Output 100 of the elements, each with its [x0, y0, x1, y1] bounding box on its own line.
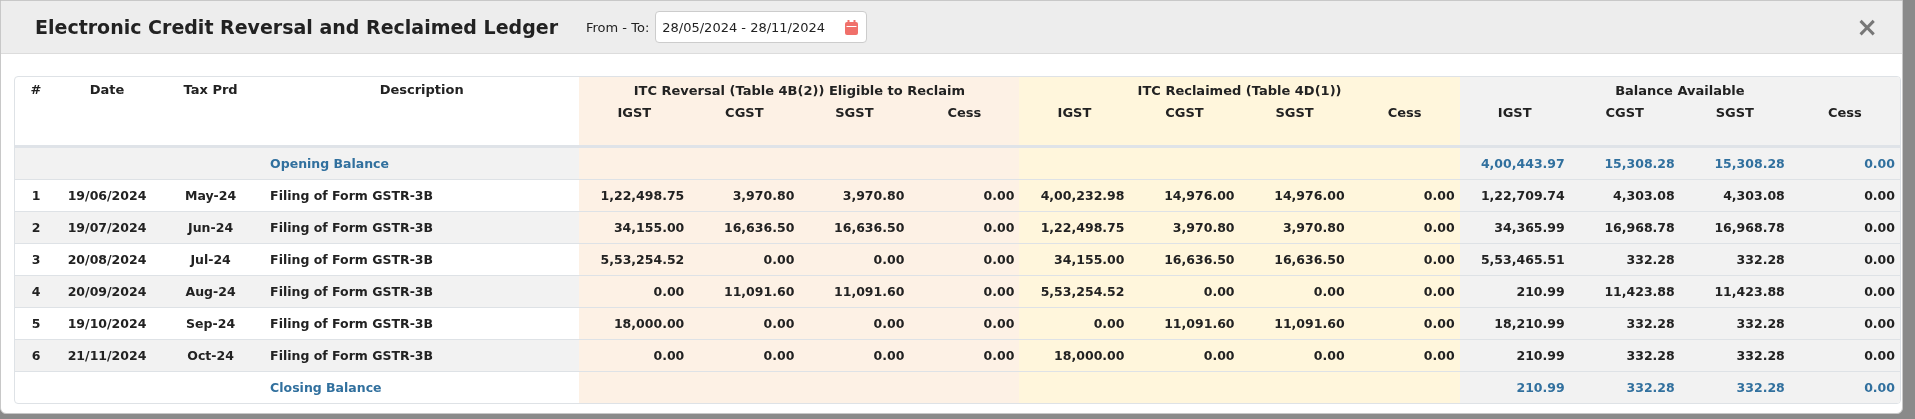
table-cell: 0.00 — [799, 307, 910, 340]
table-cell: 34,365.99 — [1459, 211, 1570, 244]
table-cell: 0.00 — [1239, 339, 1350, 372]
table-cell: 16,968.78 — [1679, 211, 1790, 244]
table-cell: 210.99 — [1459, 371, 1570, 403]
column-header: CGST — [1569, 101, 1680, 147]
table-cell: 16,968.78 — [1569, 211, 1680, 244]
column-header: SGST — [799, 101, 910, 147]
table-cell: 332.28 — [1569, 339, 1680, 372]
column-header: Cess — [909, 101, 1020, 147]
column-group-header: ITC Reclaimed (Table 4D(1)) — [1019, 77, 1460, 101]
table-cell: 0.00 — [1349, 339, 1460, 372]
table-cell: 16,636.50 — [1129, 243, 1240, 276]
table-cell: Jun-24 — [157, 211, 265, 244]
table-cell: 332.28 — [1679, 243, 1790, 276]
table-cell: 210.99 — [1459, 275, 1570, 308]
table-cell: Closing Balance — [264, 371, 580, 403]
table-cell: Filing of Form GSTR-3B — [264, 211, 580, 244]
table-cell: 332.28 — [1569, 243, 1680, 276]
table-cell: 11,091.60 — [1239, 307, 1350, 340]
table-cell: 3,970.80 — [1129, 211, 1240, 244]
table-cell: 0.00 — [1789, 211, 1900, 244]
column-header: SGST — [1679, 101, 1790, 147]
table-cell: 4 — [15, 275, 57, 308]
table-cell: Aug-24 — [157, 275, 265, 308]
table-cell: 5,53,465.51 — [1459, 243, 1570, 276]
table-cell: 0.00 — [799, 243, 910, 276]
date-range-label: From - To: — [586, 19, 650, 35]
table-cell: 6 — [15, 339, 57, 372]
table-cell: 0.00 — [909, 211, 1020, 244]
table-cell: 0.00 — [1789, 339, 1900, 372]
table-cell: 0.00 — [1019, 307, 1130, 340]
table-cell: 0.00 — [909, 339, 1020, 372]
table-cell: 332.28 — [1679, 339, 1790, 372]
table-cell: 14,976.00 — [1239, 179, 1350, 212]
column-header: Cess — [1349, 101, 1460, 147]
column-header: CGST — [1129, 101, 1240, 147]
table-cell: 3,970.80 — [799, 179, 910, 212]
table-cell: 11,091.60 — [689, 275, 800, 308]
table-cell: 0.00 — [1789, 307, 1900, 340]
table-cell: 1,22,498.75 — [579, 179, 690, 212]
table-cell: 332.28 — [1569, 307, 1680, 340]
table-cell: 0.00 — [1349, 211, 1460, 244]
table-cell: 18,210.99 — [1459, 307, 1570, 340]
table-cell: 15,308.28 — [1679, 146, 1790, 180]
column-header: IGST — [1459, 101, 1570, 147]
table-cell: 0.00 — [1789, 275, 1900, 308]
date-range-field[interactable]: 28/05/2024 - 28/11/2024 — [655, 11, 868, 43]
table-cell: 11,423.88 — [1679, 275, 1790, 308]
table-cell: 0.00 — [909, 179, 1020, 212]
table-cell: 0.00 — [1349, 307, 1460, 340]
table-cell: 0.00 — [1789, 243, 1900, 276]
column-group-header: Balance Available — [1459, 77, 1900, 101]
table-cell: 11,091.60 — [1129, 307, 1240, 340]
table-cell: 0.00 — [1239, 275, 1350, 308]
column-header: SGST — [1239, 101, 1350, 147]
table-cell: 1,22,498.75 — [1019, 211, 1130, 244]
table-cell: 0.00 — [1349, 179, 1460, 212]
table-cell: 0.00 — [689, 243, 800, 276]
table-cell: 0.00 — [689, 307, 800, 340]
table-cell: 16,636.50 — [799, 211, 910, 244]
table-cell: 21/11/2024 — [57, 339, 158, 372]
table-cell: 0.00 — [579, 275, 690, 308]
column-header: Cess — [1789, 101, 1900, 147]
table-cell: Filing of Form GSTR-3B — [264, 275, 580, 308]
table-cell: 3,970.80 — [689, 179, 800, 212]
table-cell: Oct-24 — [157, 339, 265, 372]
table-cell: 0.00 — [689, 339, 800, 372]
table-cell: 0.00 — [1349, 275, 1460, 308]
table-cell: 0.00 — [1789, 146, 1900, 180]
table-cell: Opening Balance — [264, 146, 580, 180]
table-cell: 0.00 — [909, 243, 1020, 276]
table-cell: Filing of Form GSTR-3B — [264, 339, 580, 372]
table-cell: 4,303.08 — [1679, 179, 1790, 212]
table-cell: 332.28 — [1679, 307, 1790, 340]
table-cell: 4,00,443.97 — [1459, 146, 1570, 180]
column-header: IGST — [579, 101, 690, 147]
column-header: CGST — [689, 101, 800, 147]
table-cell: 18,000.00 — [579, 307, 690, 340]
table-cell: 0.00 — [1349, 243, 1460, 276]
table-cell: 0.00 — [1129, 339, 1240, 372]
table-cell: 19/07/2024 — [57, 211, 158, 244]
table-cell: 0.00 — [909, 307, 1020, 340]
table-cell: 4,303.08 — [1569, 179, 1680, 212]
table-cell: 3,970.80 — [1239, 211, 1350, 244]
table-cell: 1,22,709.74 — [1459, 179, 1570, 212]
table-cell: 15,308.28 — [1569, 146, 1680, 180]
close-button[interactable]: × — [1852, 14, 1882, 40]
table-cell: 5,53,254.52 — [579, 243, 690, 276]
table-cell: 0.00 — [1129, 275, 1240, 308]
column-group-header: ITC Reversal (Table 4B(2)) Eligible to Reclaim — [579, 77, 1020, 101]
table-cell: 0.00 — [799, 339, 910, 372]
calendar-icon[interactable] — [845, 20, 859, 35]
table-cell: 11,423.88 — [1569, 275, 1680, 308]
table-cell: 20/09/2024 — [57, 275, 158, 308]
table-cell: 332.28 — [1569, 371, 1680, 403]
table-cell: 5,53,254.52 — [1019, 275, 1130, 308]
dialog-title: Electronic Credit Reversal and Reclaimed Ledger — [35, 16, 559, 38]
table-cell: 4,00,232.98 — [1019, 179, 1130, 212]
table-cell: 0.00 — [909, 275, 1020, 308]
